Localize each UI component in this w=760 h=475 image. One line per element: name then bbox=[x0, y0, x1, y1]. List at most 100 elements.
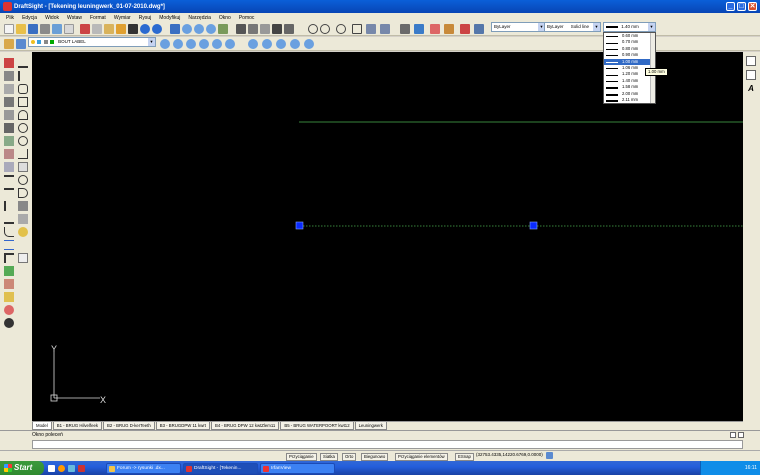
inquiry-icon[interactable] bbox=[4, 305, 14, 315]
zoom-extents-icon[interactable] bbox=[199, 39, 209, 49]
zoom-dynamic-icon[interactable] bbox=[276, 39, 286, 49]
minimize-button[interactable]: _ bbox=[726, 2, 735, 11]
chamfer-icon[interactable] bbox=[4, 214, 14, 224]
leader-icon[interactable] bbox=[380, 24, 390, 34]
chevron-down-icon[interactable]: ▼ bbox=[148, 38, 155, 46]
layer-combo[interactable]: BOUT LABEL ▼ bbox=[28, 37, 156, 47]
zoom-previous-icon[interactable] bbox=[206, 24, 216, 34]
taskbar-item-draftsight[interactable]: DraftSight - [Tekenin... bbox=[183, 463, 258, 474]
region-icon[interactable] bbox=[18, 214, 28, 224]
explode-icon[interactable] bbox=[4, 266, 14, 276]
lineweight-combo[interactable]: 1.40 mm ▼ bbox=[603, 22, 656, 32]
chevron-down-icon[interactable]: ▼ bbox=[593, 23, 600, 31]
layer-manager-icon[interactable] bbox=[474, 24, 484, 34]
zoom-out-icon[interactable] bbox=[173, 39, 183, 49]
edit-polyline-icon[interactable] bbox=[4, 279, 14, 289]
scale-icon[interactable] bbox=[4, 149, 14, 159]
drawing-svg[interactable]: Y X bbox=[32, 52, 743, 421]
tab-b4[interactable]: B4 - BRUG DPW 12 kwtZlem11 bbox=[210, 422, 280, 430]
entity-snap-toggle[interactable]: Przyciąganie elementów bbox=[395, 453, 448, 461]
layer-state-icon[interactable] bbox=[4, 39, 14, 49]
menu-widok[interactable]: Widok bbox=[41, 15, 63, 21]
extend-icon[interactable] bbox=[4, 188, 14, 198]
erase-icon[interactable] bbox=[4, 58, 14, 68]
polar-toggle[interactable]: Biegunowo bbox=[361, 453, 389, 461]
zoom-scale-icon[interactable] bbox=[225, 39, 235, 49]
menu-edycja[interactable]: Edycja bbox=[18, 15, 41, 21]
ellipse-icon[interactable] bbox=[18, 136, 28, 146]
start-button[interactable]: Start bbox=[0, 461, 44, 475]
menu-okno[interactable]: Okno bbox=[215, 15, 235, 21]
layers-icon[interactable] bbox=[414, 24, 424, 34]
hatch-icon[interactable] bbox=[444, 24, 454, 34]
circle-center-icon[interactable] bbox=[320, 24, 330, 34]
align-icon[interactable] bbox=[4, 240, 14, 250]
tab-b5[interactable]: B5 - BRUG WATERPOORT kwt12 bbox=[280, 422, 354, 430]
zoom-fit-icon[interactable] bbox=[248, 39, 258, 49]
arc-icon[interactable] bbox=[260, 24, 270, 34]
undo-icon[interactable] bbox=[140, 24, 150, 34]
offset-icon[interactable] bbox=[4, 97, 14, 107]
menu-modyfikuj[interactable]: Modyfikuj bbox=[155, 15, 184, 21]
float-icon[interactable] bbox=[730, 432, 736, 438]
dimension-icon[interactable] bbox=[366, 24, 376, 34]
print-icon[interactable] bbox=[40, 24, 50, 34]
block-insert-icon[interactable] bbox=[18, 227, 28, 237]
menu-narzedzia[interactable]: Narzędzia bbox=[184, 15, 215, 21]
stretch-icon[interactable] bbox=[4, 162, 14, 172]
table-tool-icon[interactable] bbox=[18, 253, 28, 263]
rectangle-icon[interactable] bbox=[352, 24, 362, 34]
maximize-button[interactable]: □ bbox=[737, 2, 746, 11]
circle-tool-icon[interactable] bbox=[18, 123, 28, 133]
clock[interactable]: 16:11 bbox=[745, 465, 757, 471]
ray-icon[interactable] bbox=[284, 24, 294, 34]
taskbar-item-irfanview[interactable]: IrfanView bbox=[260, 463, 335, 474]
cut-icon[interactable] bbox=[80, 24, 90, 34]
linetype-combo[interactable]: ByLayer Solid line ▼ bbox=[544, 22, 601, 32]
table-icon[interactable] bbox=[746, 70, 756, 80]
status-tray-icon[interactable] bbox=[546, 452, 553, 459]
paste-icon[interactable] bbox=[104, 24, 114, 34]
copy-tool-icon[interactable] bbox=[4, 71, 14, 81]
menu-pomoc[interactable]: Pomoc bbox=[235, 15, 259, 21]
quicklaunch-icon[interactable] bbox=[48, 465, 55, 472]
arc-tool-icon[interactable] bbox=[18, 110, 28, 120]
zoom-center-icon[interactable] bbox=[212, 39, 222, 49]
circle-icon[interactable] bbox=[308, 24, 318, 34]
join-icon[interactable] bbox=[4, 253, 14, 263]
menu-format[interactable]: Format bbox=[86, 15, 110, 21]
menu-wstaw[interactable]: Wstaw bbox=[63, 15, 86, 21]
break-icon[interactable] bbox=[4, 201, 14, 211]
bomb-icon[interactable] bbox=[4, 318, 14, 328]
close-button[interactable]: ✕ bbox=[748, 2, 757, 11]
color-combo[interactable]: ByLayer ▼ bbox=[491, 22, 546, 32]
rotate-icon[interactable] bbox=[4, 136, 14, 146]
construction-line-icon[interactable] bbox=[272, 24, 282, 34]
zoom-object-icon[interactable] bbox=[262, 39, 272, 49]
close-panel-icon[interactable] bbox=[738, 432, 744, 438]
publish-icon[interactable] bbox=[64, 24, 74, 34]
note-icon[interactable] bbox=[746, 56, 756, 66]
polygon-icon[interactable] bbox=[18, 84, 28, 94]
copy-icon[interactable] bbox=[92, 24, 102, 34]
construction-tool-icon[interactable] bbox=[18, 71, 28, 81]
zoom-all-icon[interactable] bbox=[186, 39, 196, 49]
firefox-icon[interactable] bbox=[58, 465, 65, 472]
zoom-previous-view-icon[interactable] bbox=[290, 39, 300, 49]
ellipse-arc-icon[interactable] bbox=[18, 188, 28, 198]
quicklaunch-icon[interactable] bbox=[78, 465, 85, 472]
tab-model[interactable]: Model bbox=[32, 422, 52, 430]
tab-b2[interactable]: B2 - BRUG D-kerTeeth bbox=[103, 422, 155, 430]
spline-icon[interactable] bbox=[18, 149, 28, 159]
polyline-icon[interactable] bbox=[248, 24, 258, 34]
save-icon[interactable] bbox=[28, 24, 38, 34]
pan-icon[interactable] bbox=[170, 24, 180, 34]
zoom-in-icon[interactable] bbox=[160, 39, 170, 49]
grid-toggle[interactable]: Siatka bbox=[320, 453, 338, 461]
pattern-icon[interactable] bbox=[4, 110, 14, 120]
point-icon[interactable] bbox=[18, 162, 28, 172]
menu-rysuj[interactable]: Rysuj bbox=[135, 15, 156, 21]
block-icon[interactable] bbox=[400, 24, 410, 34]
tab-b3[interactable]: B3 - BRUGDPW 11 kwrt bbox=[155, 422, 210, 430]
pencil-icon[interactable] bbox=[128, 24, 138, 34]
